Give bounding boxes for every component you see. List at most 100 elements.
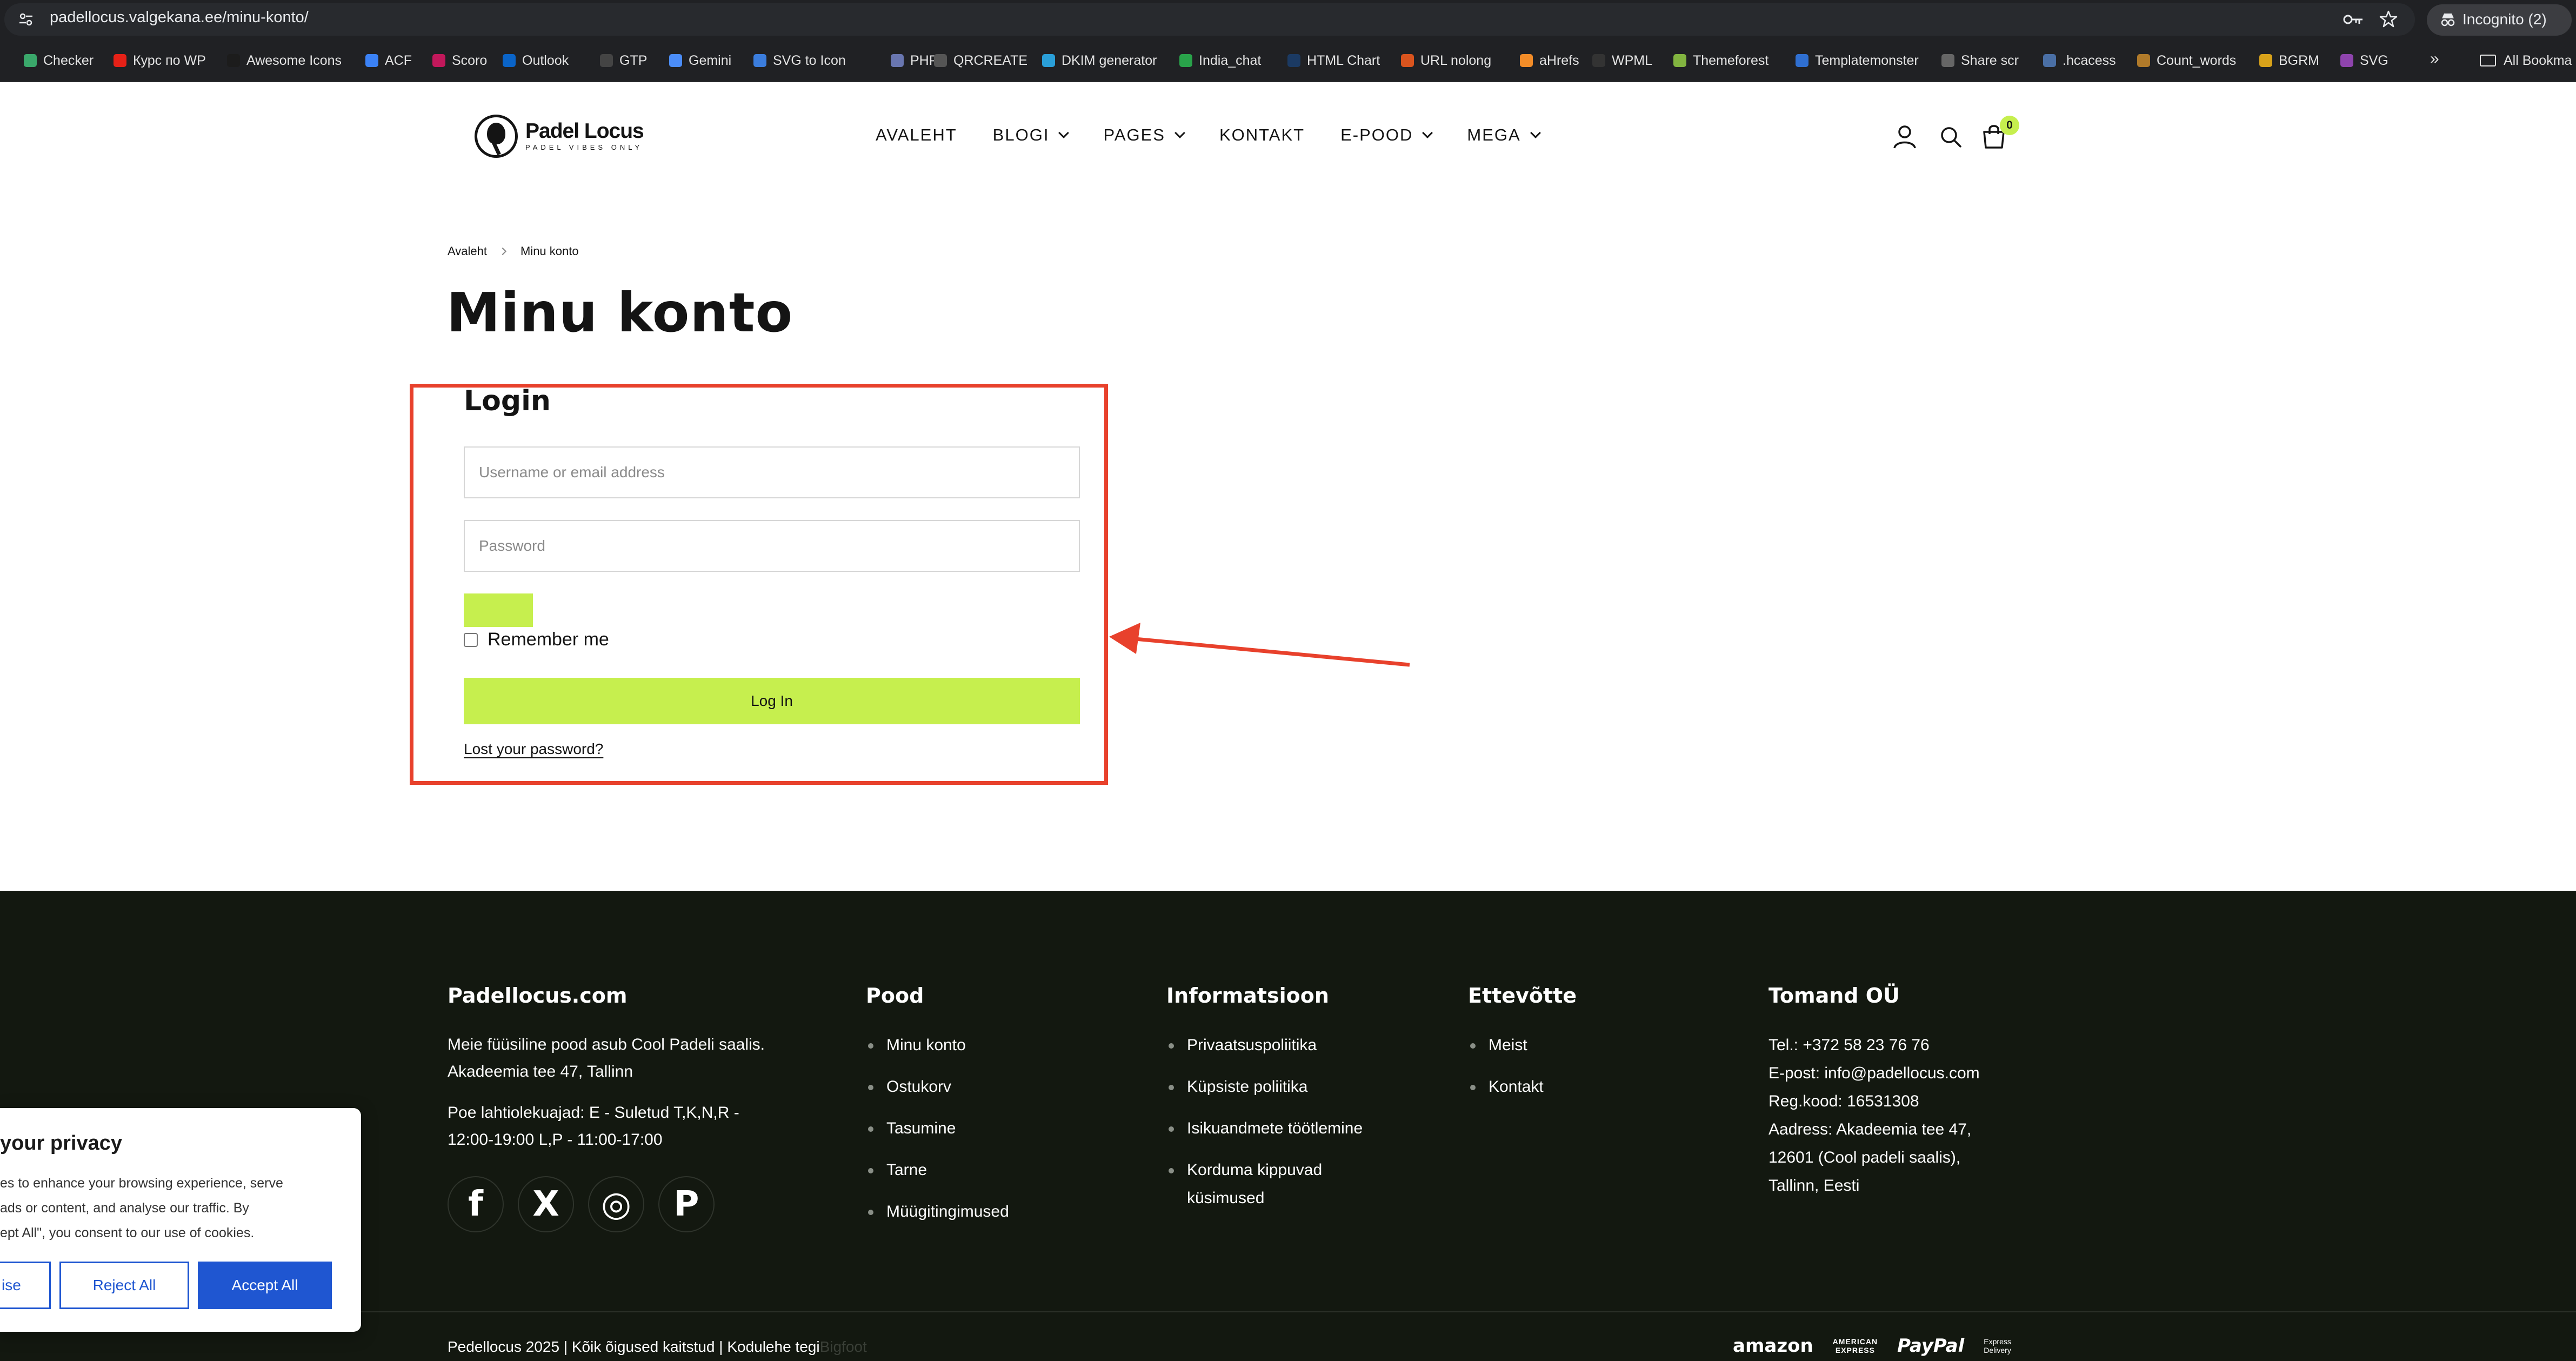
store-location-line: Meie füüsiline pood asub Cool Padeli saa… bbox=[448, 1036, 765, 1053]
delivery-line: Express bbox=[1984, 1337, 2011, 1346]
bookmark-item[interactable]: Курс по WP bbox=[114, 51, 206, 70]
opening-hours-text: Poe lahtiolekuajad: E - Suletud T,K,N,R … bbox=[448, 1099, 765, 1153]
bookmark-favicon-icon bbox=[503, 54, 516, 67]
remember-me-row[interactable]: Remember me bbox=[464, 629, 609, 650]
bookmark-item[interactable]: QRCREATE bbox=[934, 51, 1027, 70]
bookmark-item[interactable]: aHrefs bbox=[1520, 51, 1579, 70]
nav-item-kontakt[interactable]: KONTAKT bbox=[1219, 125, 1305, 145]
footer-link[interactable]: Küpsiste poliitika bbox=[1166, 1073, 1363, 1101]
bookmark-label: Outlook bbox=[522, 52, 569, 68]
bookmark-favicon-icon bbox=[1796, 54, 1808, 67]
bookmark-label: URL nolong bbox=[1420, 52, 1492, 68]
nav-item-label: PAGES bbox=[1103, 125, 1165, 144]
bookmarks-overflow-button[interactable]: » bbox=[2430, 50, 2439, 68]
bookmark-item[interactable]: SVG bbox=[2340, 51, 2388, 70]
bookmark-label: Share scr bbox=[1961, 52, 2019, 68]
bookmark-item[interactable]: SVG to Icon bbox=[753, 51, 846, 70]
nav-item-pages[interactable]: PAGES bbox=[1103, 125, 1185, 145]
logo-tagline: PADEL VIBES ONLY bbox=[525, 143, 643, 151]
x-icon[interactable]: X bbox=[518, 1176, 574, 1232]
annotation-arrow-icon bbox=[1109, 623, 1410, 667]
footer-link[interactable]: Korduma kippuvad küsimused bbox=[1166, 1156, 1363, 1212]
developer-link[interactable]: Bigfoot bbox=[820, 1338, 867, 1355]
amex-line: AMERICAN bbox=[1832, 1337, 1878, 1346]
bookmark-item[interactable]: Awesome Icons bbox=[227, 51, 342, 70]
lost-password-link[interactable]: Lost your password? bbox=[464, 740, 603, 758]
address-bar[interactable] bbox=[4, 3, 2415, 36]
remember-me-checkbox[interactable] bbox=[464, 632, 478, 647]
footer-link[interactable]: Meist bbox=[1468, 1031, 1577, 1059]
bookmark-label: GTP bbox=[619, 52, 648, 68]
folder-icon bbox=[2480, 55, 2496, 66]
bookmark-item[interactable]: DKIM generator bbox=[1042, 51, 1157, 70]
footer-link[interactable]: Tasumine bbox=[866, 1115, 1009, 1143]
pinterest-icon[interactable]: P bbox=[658, 1176, 715, 1232]
footer-column-shop: Pood Minu konto Ostukorv Tasumine Tarne Müüg… bbox=[866, 984, 1009, 1239]
password-input[interactable] bbox=[464, 520, 1080, 572]
nav-item-mega[interactable]: MEGA bbox=[1467, 125, 1541, 145]
bookmark-favicon-icon bbox=[753, 54, 766, 67]
bookmark-item[interactable]: BGRM bbox=[2259, 51, 2319, 70]
instagram-icon[interactable]: ◎ bbox=[588, 1176, 644, 1232]
bookmark-favicon-icon bbox=[1042, 54, 1055, 67]
bookmark-item[interactable]: Gemini bbox=[669, 51, 731, 70]
url-text[interactable]: padellocus.valgekana.ee/minu-konto/ bbox=[50, 9, 309, 26]
footer-link[interactable]: Isikuandmete töötlemine bbox=[1166, 1115, 1363, 1143]
chevron-down-icon bbox=[1422, 128, 1433, 138]
bookmark-label: HTML Chart bbox=[1307, 52, 1380, 68]
reject-all-cookies-button[interactable]: Reject All bbox=[59, 1262, 189, 1309]
bookmark-item[interactable]: India_chat bbox=[1179, 51, 1261, 70]
bookmark-favicon-icon bbox=[227, 54, 240, 67]
bookmark-item[interactable]: Count_words bbox=[2137, 51, 2236, 70]
amazon-pay-logo: amazon bbox=[1733, 1335, 1813, 1357]
site-settings-icon[interactable] bbox=[17, 11, 35, 28]
footer-link[interactable]: Tarne bbox=[866, 1156, 1009, 1184]
bookmark-item[interactable]: Checker bbox=[24, 51, 94, 70]
search-icon[interactable] bbox=[1939, 125, 1962, 148]
password-key-icon[interactable] bbox=[2343, 12, 2364, 27]
footer-link[interactable]: Müügitingimused bbox=[866, 1198, 1009, 1226]
bookmark-item[interactable]: Themeforest bbox=[1673, 51, 1769, 70]
bookmark-star-icon[interactable] bbox=[2379, 10, 2398, 28]
footer-link[interactable]: Minu konto bbox=[866, 1031, 1009, 1059]
bookmark-item[interactable]: PHP bbox=[891, 51, 938, 70]
logo-name: Padel Locus bbox=[525, 119, 644, 143]
bookmark-favicon-icon bbox=[1673, 54, 1686, 67]
express-delivery-logo: Express Delivery bbox=[1984, 1337, 2011, 1355]
bookmark-item[interactable]: Templatemonster bbox=[1796, 51, 1919, 70]
bookmark-item[interactable]: Outlook bbox=[503, 51, 569, 70]
nav-item-e-pood[interactable]: E-POOD bbox=[1340, 125, 1433, 145]
footer-link[interactable]: Kontakt bbox=[1468, 1073, 1577, 1101]
bookmark-item[interactable]: Share scr bbox=[1941, 51, 2019, 70]
accept-all-cookies-button[interactable]: Accept All bbox=[198, 1262, 332, 1309]
bookmark-item[interactable]: GTP bbox=[600, 51, 647, 70]
nav-item-blogi[interactable]: BLOGI bbox=[993, 125, 1070, 145]
facebook-icon[interactable]: f bbox=[448, 1176, 504, 1232]
account-user-icon[interactable] bbox=[1893, 124, 1917, 149]
bookmark-item[interactable]: ACF bbox=[365, 51, 412, 70]
footer-link[interactable]: Privaatsuspoliitika bbox=[1166, 1031, 1363, 1059]
bookmark-item[interactable]: .hcacess bbox=[2043, 51, 2116, 70]
bookmark-label: aHrefs bbox=[1539, 52, 1579, 68]
bookmark-label: Gemini bbox=[689, 52, 732, 68]
chevron-down-icon bbox=[1174, 128, 1185, 138]
cookie-description-line: ads or content, and analyse our traffic.… bbox=[0, 1200, 249, 1216]
bookmark-item[interactable]: WPML bbox=[1592, 51, 1652, 70]
customise-cookies-button[interactable]: ise bbox=[0, 1262, 51, 1309]
padel-racket-logo-icon bbox=[475, 115, 518, 158]
bookmark-favicon-icon bbox=[2259, 54, 2272, 67]
bookmark-favicon-icon bbox=[365, 54, 378, 67]
bookmark-item[interactable]: Scoro bbox=[432, 51, 487, 70]
site-logo[interactable]: Padel Locus PADEL VIBES ONLY bbox=[475, 115, 644, 158]
footer-link[interactable]: Ostukorv bbox=[866, 1073, 1009, 1101]
log-in-button[interactable]: Log In bbox=[464, 678, 1080, 724]
bookmark-item[interactable]: URL nolong bbox=[1401, 51, 1491, 70]
breadcrumb-home-link[interactable]: Avaleht bbox=[448, 244, 487, 258]
contact-line: 12601 (Cool padeli saalis), bbox=[1769, 1149, 1961, 1166]
bookmark-item[interactable]: HTML Chart bbox=[1287, 51, 1380, 70]
bookmark-label: QRCREATE bbox=[953, 52, 1028, 68]
captcha-widget[interactable] bbox=[464, 593, 533, 627]
nav-item-avaleht[interactable]: AVALEHT bbox=[876, 125, 957, 145]
all-bookmarks-button[interactable]: All Bookma bbox=[2480, 51, 2572, 70]
username-input[interactable] bbox=[464, 446, 1080, 498]
